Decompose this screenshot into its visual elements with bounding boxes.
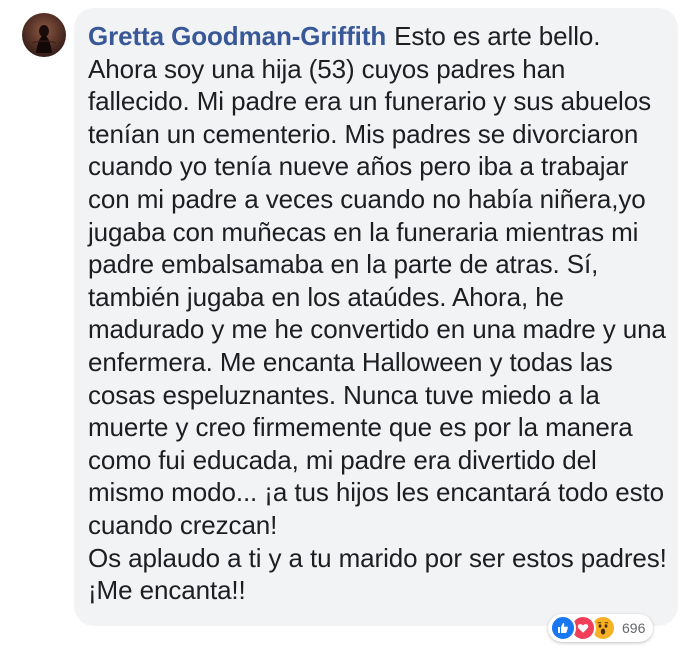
- reactions-summary[interactable]: 696: [548, 614, 654, 642]
- comment-author[interactable]: Gretta Goodman-Griffith: [88, 21, 386, 51]
- comment-text-second-paragraph: Os aplaudo a ti y a tu marido por ser es…: [88, 542, 667, 606]
- comment-body: Gretta Goodman-Griffith Esto es arte bell…: [88, 20, 674, 607]
- avatar[interactable]: [22, 13, 66, 57]
- reaction-count: 696: [622, 620, 646, 636]
- comment-text: Esto es arte bello. Ahora soy una hija (…: [88, 21, 666, 540]
- avatar-image: [31, 25, 57, 53]
- like-icon: [550, 615, 576, 641]
